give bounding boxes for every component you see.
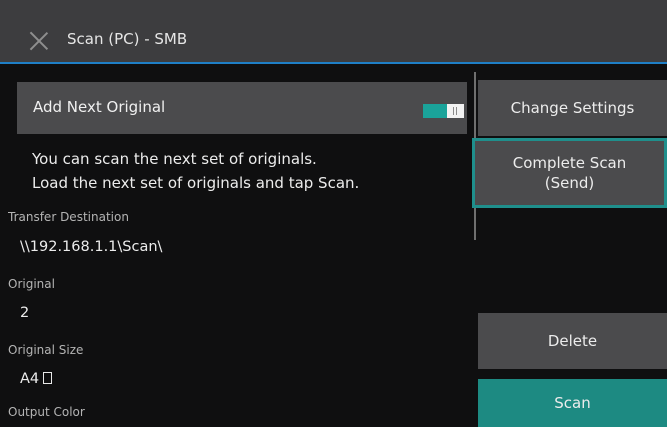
- original-size-value: A4: [20, 371, 40, 387]
- job-details-panel: Add Next Original You can scan the next …: [8, 72, 472, 427]
- toggle-knob: [447, 104, 464, 118]
- title-bar: Scan (PC) - SMB: [0, 0, 667, 64]
- portrait-orientation-icon: [43, 372, 53, 384]
- complete-scan-button[interactable]: Complete Scan (Send): [472, 138, 667, 208]
- scan-button[interactable]: Scan: [478, 379, 667, 427]
- original-value: 2: [20, 305, 30, 321]
- toggle-on-track: [423, 104, 447, 118]
- add-next-original-label: Add Next Original: [33, 98, 166, 116]
- original-label: Original: [8, 277, 55, 291]
- add-next-original-row[interactable]: Add Next Original: [17, 82, 467, 134]
- complete-scan-sublabel: (Send): [544, 174, 595, 192]
- original-size-label: Original Size: [8, 343, 84, 357]
- action-panel: Change Settings Complete Scan (Send) Del…: [472, 72, 667, 427]
- transfer-destination-label: Transfer Destination: [8, 210, 129, 224]
- original-size-field: A4: [20, 371, 53, 387]
- close-icon[interactable]: [29, 31, 49, 51]
- output-color-label: Output Color: [8, 405, 85, 419]
- instruction-line-2: Load the next set of originals and tap S…: [32, 174, 360, 192]
- add-next-original-toggle[interactable]: [423, 104, 467, 118]
- change-settings-button[interactable]: Change Settings: [478, 80, 667, 136]
- complete-scan-label: Complete Scan: [512, 154, 627, 172]
- transfer-destination-value: \\192.168.1.1\Scan\: [20, 239, 163, 255]
- delete-button[interactable]: Delete: [478, 313, 667, 369]
- instruction-line-1: You can scan the next set of originals.: [32, 150, 317, 168]
- page-title: Scan (PC) - SMB: [67, 30, 188, 48]
